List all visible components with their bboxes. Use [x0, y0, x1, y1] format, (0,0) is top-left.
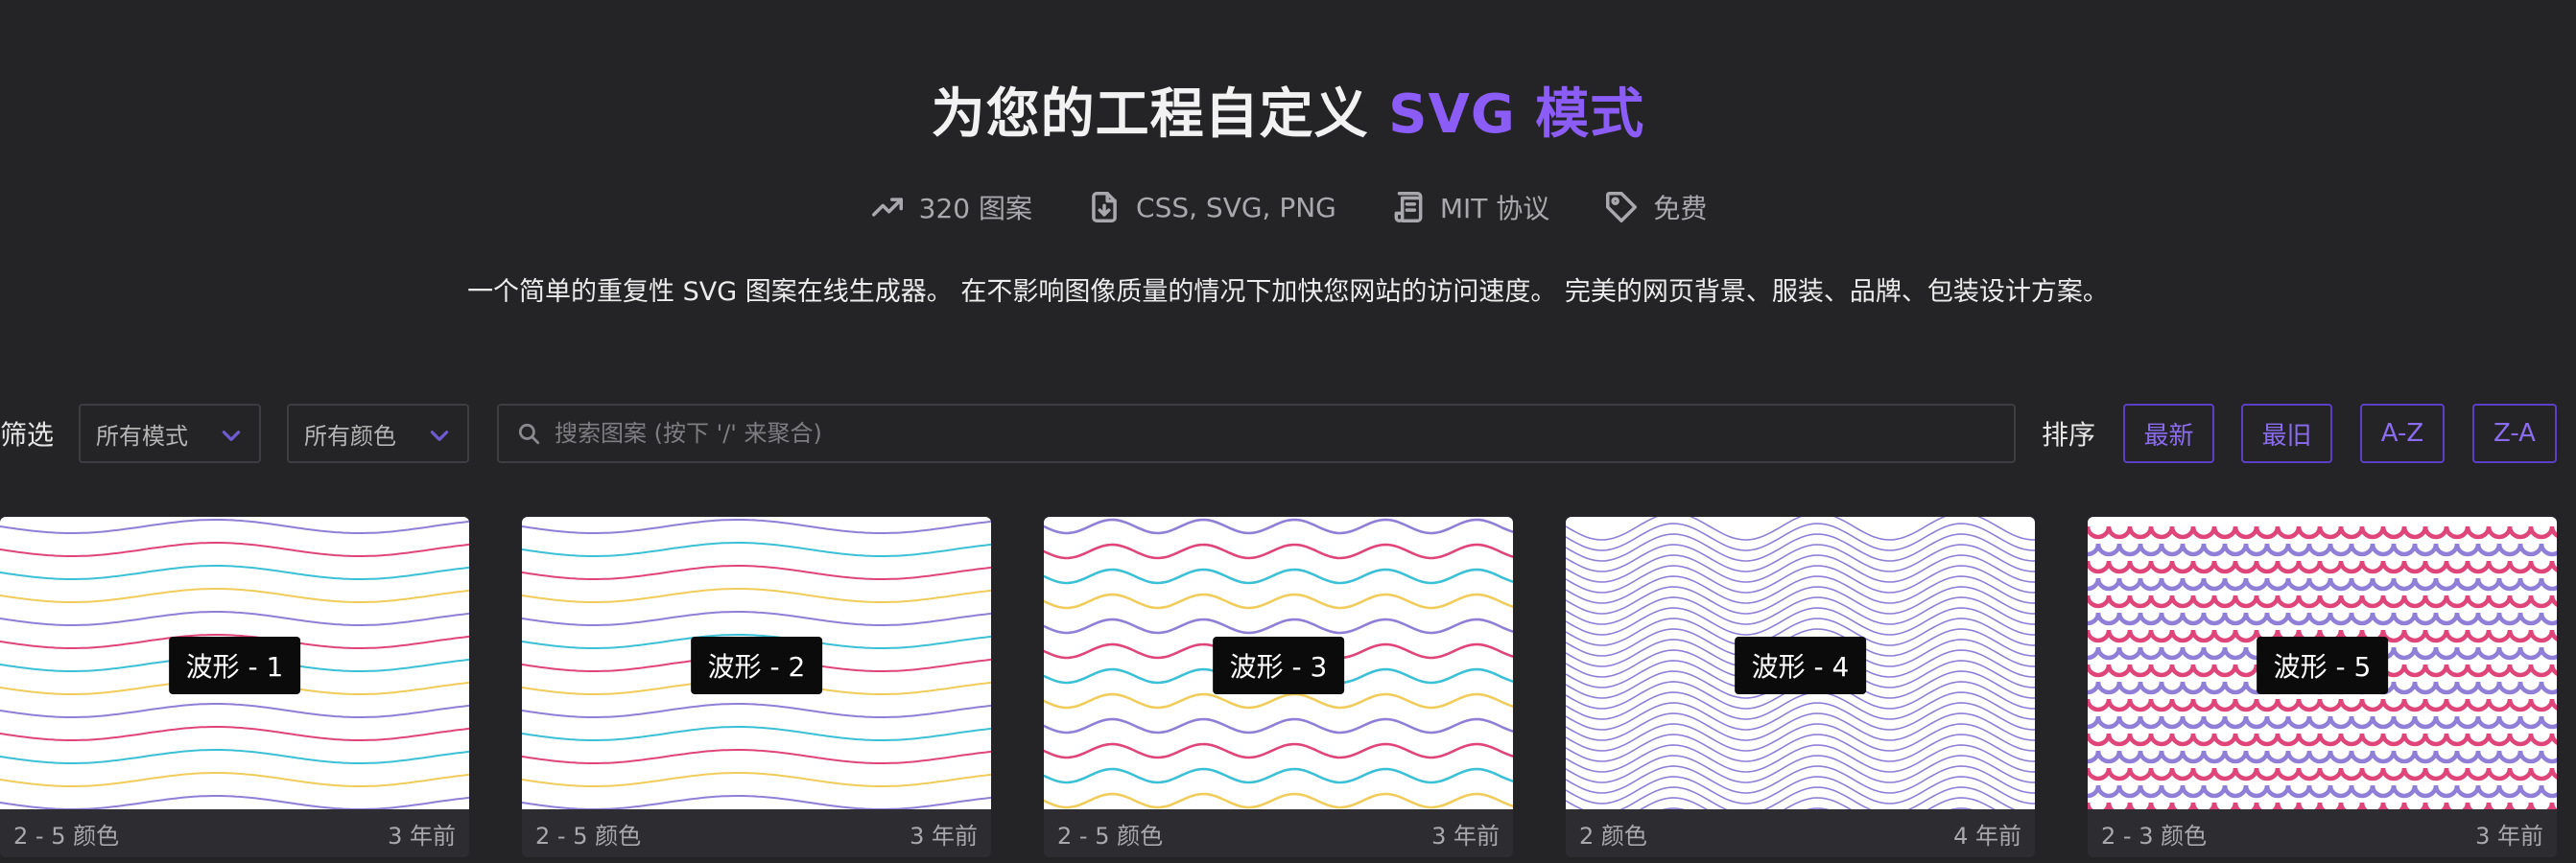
license-scroll-icon [1394, 192, 1423, 222]
stat-patterns-label: 320 图案 [918, 193, 1033, 224]
card-footer: 2 颜色 4 年前 [1566, 809, 2035, 857]
stat-price: 免费 [1603, 188, 1707, 226]
search-icon [518, 423, 540, 445]
color-select[interactable]: 所有颜色 [287, 404, 469, 463]
stat-price-label: 免费 [1653, 193, 1708, 224]
sort-newest-button[interactable]: 最新 [2123, 404, 2214, 463]
stats-bar: 320 图案 CSS, SVG, PNG MIT 协议 免费 [0, 188, 2576, 226]
color-count: 2 - 5 颜色 [1057, 822, 1164, 850]
color-count: 2 颜色 [1579, 822, 1647, 850]
sort-za-button[interactable]: Z-A [2472, 404, 2557, 463]
card-footer: 2 - 3 颜色 3 年前 [2088, 809, 2557, 857]
filter-label: 筛选 [0, 419, 55, 451]
card-footer: 2 - 5 颜色 3 年前 [522, 809, 991, 857]
pattern-card-5[interactable]: 波形 - 5 2 - 3 颜色 3 年前 [2088, 517, 2557, 857]
pattern-card-2[interactable]: 波形 - 2 2 - 5 颜色 3 年前 [522, 517, 991, 857]
trending-up-icon [871, 198, 903, 217]
pattern-card-1[interactable]: 波形 - 1 2 - 5 颜色 3 年前 [0, 517, 469, 857]
pattern-card-4[interactable]: 波形 - 4 2 颜色 4 年前 [1566, 517, 2035, 857]
color-count: 2 - 3 颜色 [2101, 822, 2208, 850]
sort-oldest-button[interactable]: 最旧 [2241, 404, 2332, 463]
stat-license: MIT 协议 [1390, 188, 1549, 226]
title-main: 为您的工程自定义 [931, 83, 1389, 146]
pattern-age: 3 年前 [910, 822, 978, 850]
sort-az-button[interactable]: A-Z [2360, 404, 2445, 463]
chevron-down-icon [427, 423, 452, 448]
color-count: 2 - 5 颜色 [535, 822, 642, 850]
pattern-name: 波形 - 2 [690, 637, 823, 694]
color-select-value: 所有颜色 [304, 422, 396, 450]
pattern-name: 波形 - 5 [2256, 637, 2389, 694]
pattern-name: 波形 - 4 [1734, 637, 1867, 694]
pattern-age: 4 年前 [1953, 822, 2021, 850]
page-title: 为您的工程自定义 SVG 模式 [0, 71, 2576, 149]
pattern-name: 波形 - 1 [168, 637, 301, 694]
price-tag-icon [1606, 192, 1638, 222]
stat-formats: CSS, SVG, PNG [1086, 188, 1336, 226]
site-description: 一个简单的重复性 SVG 图案在线生成器。 在不影响图像质量的情况下加快您网站的… [467, 277, 2109, 307]
card-footer: 2 - 5 颜色 3 年前 [0, 809, 469, 857]
search-box [497, 404, 2016, 463]
mode-select-value: 所有模式 [96, 422, 188, 450]
stat-formats-label: CSS, SVG, PNG [1136, 191, 1336, 223]
pattern-age: 3 年前 [1431, 822, 1500, 850]
card-footer: 2 - 5 颜色 3 年前 [1044, 809, 1513, 857]
pattern-card-3[interactable]: 波形 - 3 2 - 5 颜色 3 年前 [1044, 517, 1513, 857]
title-accent: SVG 模式 [1388, 83, 1645, 146]
pattern-name: 波形 - 3 [1212, 637, 1345, 694]
pattern-age: 3 年前 [388, 822, 456, 850]
sort-label: 排序 [2042, 419, 2096, 451]
color-count: 2 - 5 颜色 [13, 822, 120, 850]
stat-license-label: MIT 协议 [1439, 193, 1550, 224]
chevron-down-icon [219, 423, 244, 448]
pattern-age: 3 年前 [2475, 822, 2543, 850]
stat-patterns: 320 图案 [869, 188, 1032, 226]
search-input[interactable] [555, 420, 2014, 447]
mode-select[interactable]: 所有模式 [79, 404, 261, 463]
file-download-icon [1092, 192, 1117, 222]
